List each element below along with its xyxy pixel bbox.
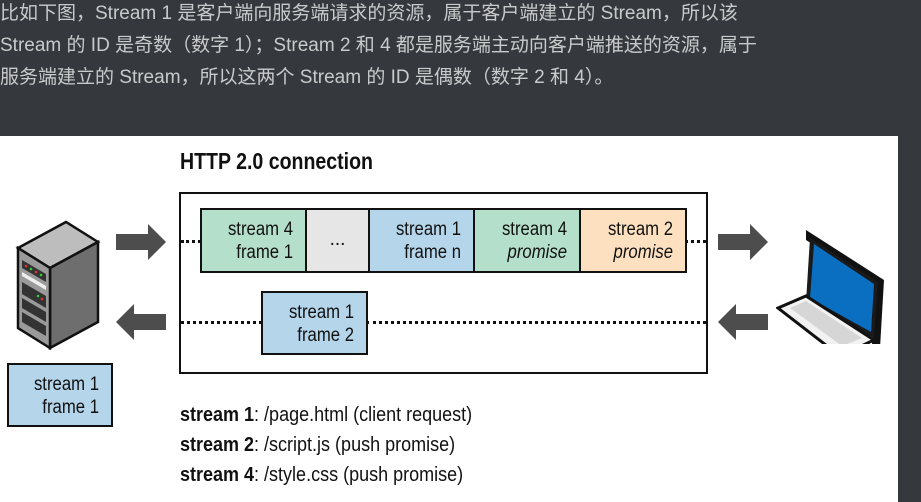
frame-stream4-promise: stream 4 promise bbox=[473, 208, 581, 273]
paragraph-line: 服务端建立的 Stream，所以这两个 Stream 的 ID 是偶数（数字 2… bbox=[0, 67, 614, 88]
diagram-title: HTTP 2.0 connection bbox=[180, 148, 374, 174]
dotted-line bbox=[181, 321, 262, 324]
legend-stream4: stream 4: /style.css (push promise) bbox=[180, 464, 464, 486]
frame-stream1-frame-n: stream 1 frame n bbox=[368, 208, 475, 273]
http2-diagram: HTTP 2.0 connection stream 4 frame 1 ... … bbox=[0, 136, 898, 502]
arrow-right-icon bbox=[116, 224, 166, 260]
frame-ellipsis: ... bbox=[305, 208, 370, 273]
frame-stream2-promise: stream 2 promise bbox=[579, 208, 687, 273]
arrow-left-icon bbox=[718, 304, 768, 340]
laptop-icon bbox=[776, 230, 884, 344]
server-icon bbox=[15, 220, 101, 350]
arrow-left-icon bbox=[116, 304, 166, 340]
intro-paragraph: 比如下图，Stream 1 是客户端向服务端请求的资源，属于客户端建立的 Str… bbox=[0, 0, 921, 96]
frame-stream1-frame2: stream 1 frame 2 bbox=[261, 291, 368, 355]
legend-stream2: stream 2: /script.js (push promise) bbox=[180, 434, 456, 456]
dotted-line bbox=[181, 240, 201, 243]
legend-stream1: stream 1: /page.html (client request) bbox=[180, 404, 473, 426]
paragraph-line: Stream 的 ID 是奇数（数字 1）；Stream 2 和 4 都是服务端… bbox=[0, 35, 757, 56]
frame-stream4-frame1: stream 4 frame 1 bbox=[200, 208, 307, 273]
server-frame-stream1-frame1: stream 1 frame 1 bbox=[7, 363, 113, 427]
dotted-line bbox=[685, 240, 706, 243]
arrow-right-icon bbox=[718, 224, 768, 260]
dotted-line bbox=[366, 321, 706, 324]
